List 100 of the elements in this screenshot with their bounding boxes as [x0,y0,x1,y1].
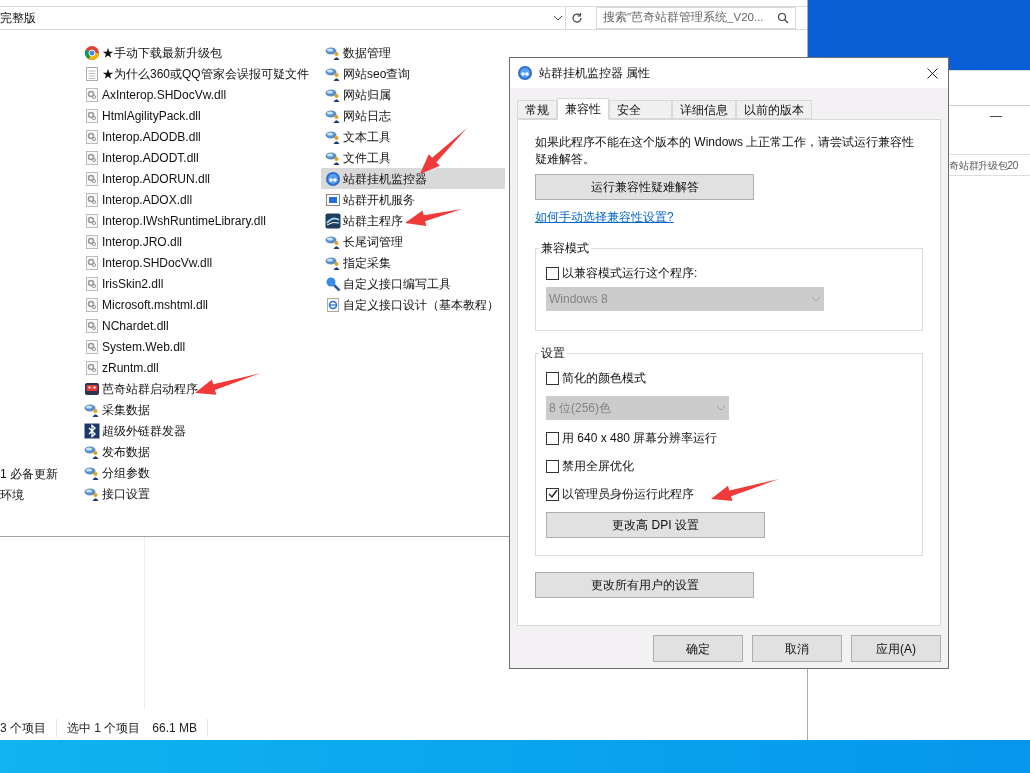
all-users-button[interactable]: 更改所有用户的设置 [535,572,754,598]
tab[interactable]: 详细信息 [672,100,736,119]
checkbox-option[interactable]: 以管理员身份运行此程序 [546,484,922,504]
settings-file-icon [84,128,100,145]
status-text: 3 个项目 [0,718,57,737]
dpi-settings-button[interactable]: 更改高 DPI 设置 [546,512,765,538]
settings-file-icon [84,149,100,166]
file-item[interactable]: 文件工具 [321,147,505,168]
file-item[interactable]: 网站日志 [321,105,505,126]
chevron-down-icon [553,15,563,21]
nav-item[interactable]: 1 必备更新 [0,463,76,484]
arrow-annotation [711,479,779,502]
file-item[interactable]: 站群主程序 [321,210,505,231]
program-icon [325,212,341,229]
file-item[interactable]: 指定采集 [321,252,505,273]
checkbox[interactable] [546,266,559,280]
file-item[interactable]: 接口设置 [80,483,321,504]
file-item[interactable]: 网站归属 [321,84,505,105]
settings-file-icon [84,170,100,187]
settings-file-icon [84,233,100,250]
file-item[interactable]: AxInterop.SHDocVw.dll [80,84,321,105]
file-item[interactable]: zRuntm.dll [80,357,321,378]
settings-file-icon [84,275,100,292]
window-title: 站群挂机监控器 属性 [539,65,652,82]
checkbox[interactable] [546,431,559,445]
nav-item[interactable]: 环境 [0,484,76,505]
address-bar[interactable]: 完整版 [0,7,566,29]
magnifier-icon [325,275,341,292]
file-item[interactable]: 采集数据 [80,399,321,420]
search-field[interactable]: 搜索"芭奇站群管理系统_V20... [596,7,796,29]
file-item[interactable]: 文本工具 [321,126,505,147]
arrow-annotation [420,128,467,174]
dialog-button[interactable]: 取消 [752,635,842,662]
settings-file-icon [84,191,100,208]
file-item[interactable]: Interop.JRO.dll [80,231,321,252]
round-logo-icon [84,44,100,61]
file-item[interactable]: HtmlAgilityPack.dll [80,105,321,126]
checkbox[interactable] [546,371,559,385]
file-item[interactable]: 长尾词管理 [321,231,505,252]
checkbox-label: 用 640 x 480 屏幕分辨率运行 [562,430,718,447]
checkbox[interactable] [546,487,559,501]
tab[interactable]: 兼容性 [557,98,609,120]
file-item[interactable]: 站群开机服务 [321,189,505,210]
tab[interactable]: 安全 [609,100,672,119]
status-text: 选中 1 个项目 [67,719,141,737]
file-item[interactable]: Interop.SHDocVw.dll [80,252,321,273]
checkbox-option[interactable]: 简化的颜色模式 [546,368,922,388]
dialog-button[interactable]: 确定 [653,635,743,662]
settings-file-icon [84,107,100,124]
file-item[interactable]: 发布数据 [80,441,321,462]
file-item[interactable]: Interop.ADODT.dll [80,147,321,168]
file-item[interactable]: Interop.ADOX.dll [80,189,321,210]
tab[interactable]: 以前的版本 [736,100,812,119]
checkbox[interactable] [546,459,559,473]
document-icon [84,65,100,82]
refresh-icon[interactable] [571,12,583,24]
checkbox-option[interactable]: 以兼容模式运行这个程序: [546,263,922,283]
app-icon [84,422,100,439]
dialog-button[interactable]: 应用(A) [851,635,941,662]
chevron-down-icon [716,405,726,411]
tab[interactable]: 常规 [517,100,557,119]
chevron-down-icon [811,296,821,302]
file-item[interactable]: 自定义接口编写工具 [321,273,505,294]
app-badge-icon [517,65,533,81]
file-item[interactable]: NChardet.dll [80,315,321,336]
settings-file-icon [84,86,100,103]
settings-file-icon [84,359,100,376]
file-item[interactable]: Interop.ADORUN.dll [80,168,321,189]
group-title: 设置 [539,345,567,361]
close-icon[interactable] [927,67,938,79]
file-item[interactable]: 芭奇站群启动程序 [80,378,321,399]
file-item[interactable]: 超级外链群发器 [80,420,321,441]
checkbox-label: 禁用全屏优化 [562,458,634,475]
troubleshoot-button[interactable]: 运行兼容性疑难解答 [535,174,754,200]
file-item[interactable]: 站群挂机监控器 [321,168,505,189]
file-item[interactable]: 自定义接口设计（基本教程） [321,294,505,315]
settings-file-icon [84,296,100,313]
file-item[interactable]: 网站seo查询 [321,63,505,84]
file-item[interactable]: Interop.ADODB.dll [80,126,321,147]
file-item[interactable]: ★为什么360或QQ管家会误报可疑文件 [80,63,321,84]
robot-icon [84,380,100,397]
checkbox-option[interactable]: 用 640 x 480 屏幕分辨率运行 [546,428,922,448]
arrow-annotation [405,209,462,226]
search-icon [777,12,789,24]
app-badge-icon [325,170,341,187]
file-item[interactable]: IrisSkin2.dll [80,273,321,294]
file-item[interactable]: System.Web.dll [80,336,321,357]
file-item[interactable]: 分组参数 [80,462,321,483]
file-item[interactable]: Microsoft.mshtml.dll [80,294,321,315]
web-page-icon [325,296,341,313]
checkbox-label: 以兼容模式运行这个程序: [562,265,698,282]
settings-file-icon [84,254,100,271]
window-icon [325,191,341,208]
file-item[interactable]: Interop.IWshRuntimeLibrary.dll [80,210,321,231]
checkbox-option[interactable]: 禁用全屏优化 [546,456,922,476]
intro-text: 如果此程序不能在这个版本的 Windows 上正常工作，请尝试运行兼容性疑难解答。 [535,134,916,168]
file-item[interactable]: 数据管理 [321,42,505,63]
file-item[interactable]: ★手动下载最新升级包 [80,42,321,63]
group-title: 兼容模式 [539,240,591,256]
help-link[interactable]: 如何手动选择兼容性设置? [535,208,674,226]
